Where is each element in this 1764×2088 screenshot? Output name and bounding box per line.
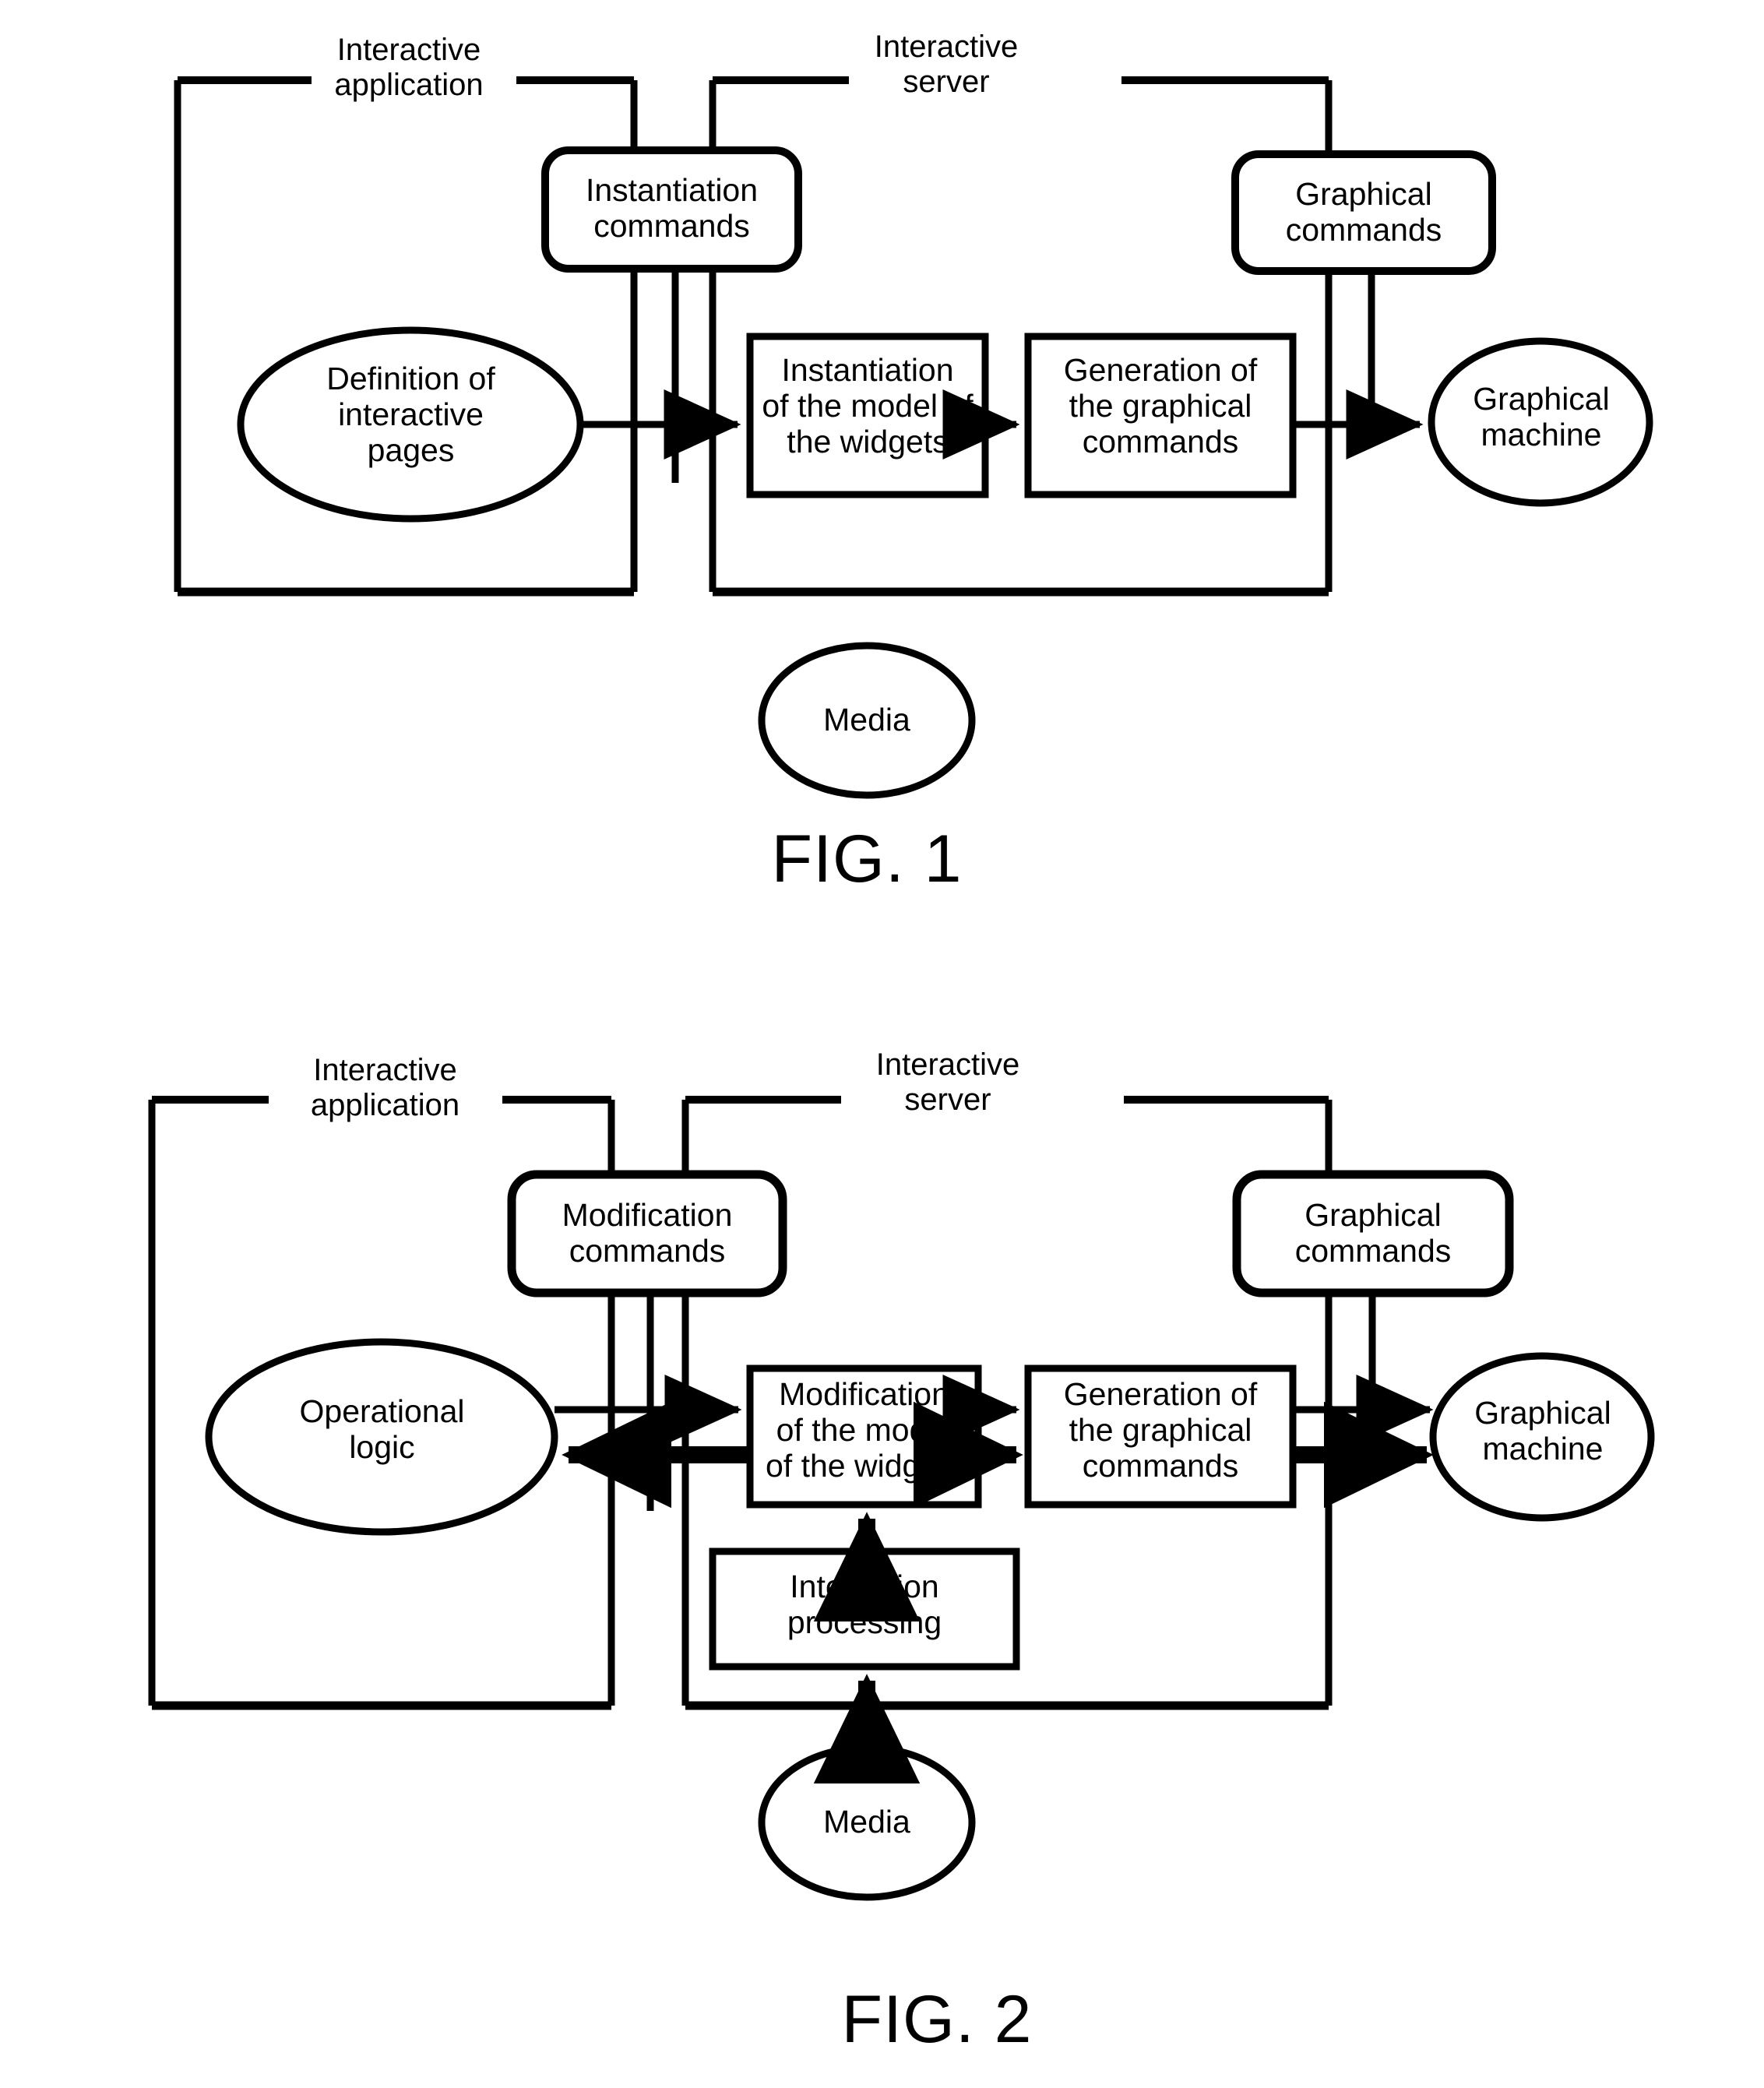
fig1-media-label: Media — [823, 702, 910, 738]
fig1-caption: FIG. 1 — [771, 822, 963, 896]
fig2-modification-of-the-model-label: Modification of the model of the widgets — [766, 1376, 963, 1484]
fig1-definition-of-interactive-pages-label: Definition of interactive pages — [326, 361, 495, 468]
fig1-interactive-server-label: Interactive server — [874, 30, 1019, 99]
fig2-operational-logic-label: Operational logic — [299, 1393, 465, 1465]
fig2-media-label: Media — [823, 1804, 910, 1840]
fig1-generation-of-the-graphical-commands-label: Generation of the graphical commands — [1063, 352, 1258, 460]
fig1-graphical-commands-label: Graphical commands — [1285, 176, 1442, 248]
figure-sheet-canvas — [148, 76, 1655, 1901]
fig1-interactive-application-boundary — [174, 76, 638, 597]
fig2-interactive-application-label: Interactive application — [310, 1053, 460, 1122]
fig2-generation-of-the-graphical-commands-label: Generation of the graphical commands — [1063, 1376, 1258, 1484]
fig2-graphical-commands-label: Graphical commands — [1294, 1197, 1452, 1269]
fig1-instantiation-commands-label: Instantiation commands — [585, 172, 759, 244]
fig2-graphical-machine-label: Graphical machine — [1474, 1395, 1611, 1467]
fig2-modification-commands-label: Modification commands — [562, 1197, 733, 1269]
fig2-interactive-server-label: Interactive server — [875, 1048, 1020, 1117]
fig1-graphical-machine-label: Graphical machine — [1473, 381, 1610, 452]
fig2-interaction-processing-label: Interaction processing — [787, 1569, 942, 1640]
fig2-caption: FIG. 2 — [841, 1982, 1033, 2057]
fig1-interactive-server-boundary — [709, 76, 1333, 597]
fig1-instantiation-of-the-model-label: Instantiation of the model of the widget… — [762, 352, 974, 460]
fig1-interactive-application-label: Interactive application — [334, 33, 484, 102]
